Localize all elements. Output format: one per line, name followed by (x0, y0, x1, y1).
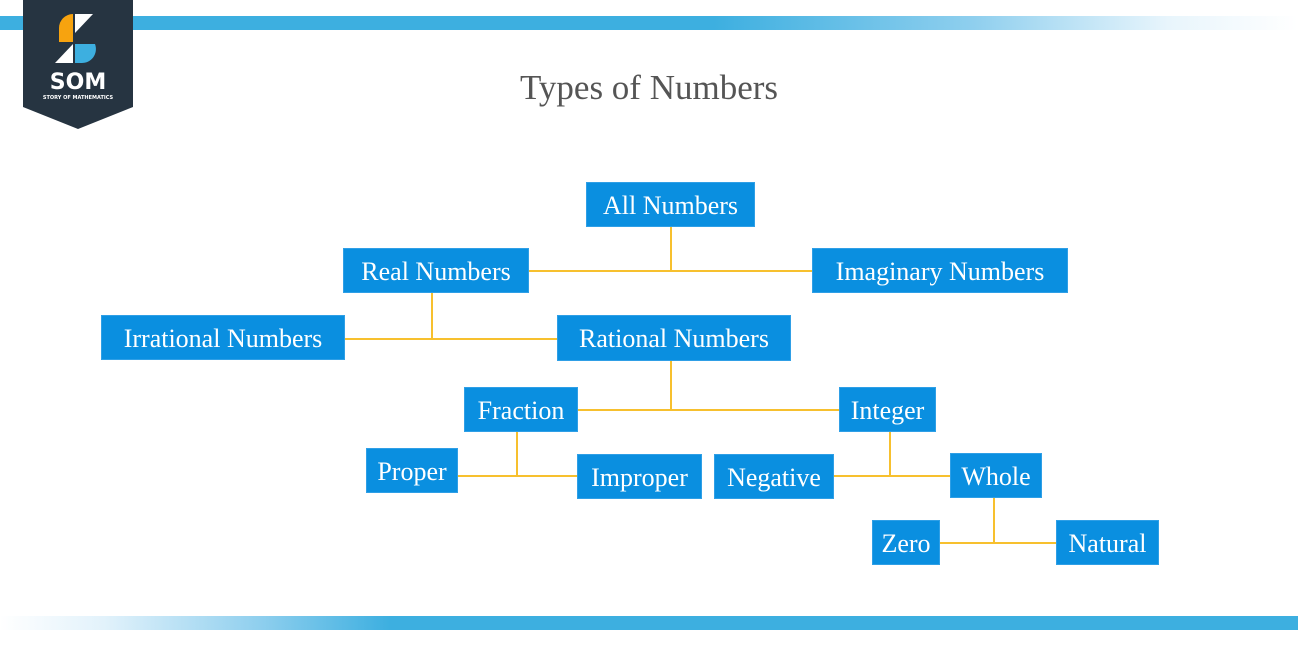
node-imaginary-numbers: Imaginary Numbers (812, 248, 1068, 293)
node-whole: Whole (950, 453, 1042, 498)
node-irrational-numbers: Irrational Numbers (101, 315, 345, 360)
node-all-numbers: All Numbers (586, 182, 755, 227)
node-fraction: Fraction (464, 387, 578, 432)
som-logo: SOM STORY OF MATHEMATICS (23, 0, 133, 129)
node-improper: Improper (577, 454, 702, 499)
node-real-numbers: Real Numbers (343, 248, 529, 293)
node-integer: Integer (839, 387, 936, 432)
page-title: Types of Numbers (519, 68, 779, 107)
node-natural: Natural (1056, 520, 1159, 565)
top-accent-bar (0, 16, 1298, 30)
node-rational-numbers: Rational Numbers (557, 315, 791, 361)
node-proper: Proper (366, 448, 458, 493)
node-zero: Zero (872, 520, 940, 565)
node-negative: Negative (714, 454, 834, 499)
bottom-accent-bar (0, 616, 1298, 630)
